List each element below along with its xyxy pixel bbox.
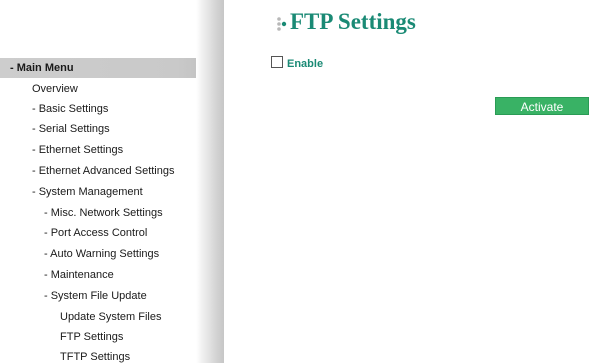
main-menu-header[interactable]: - Main Menu: [0, 58, 222, 78]
activate-button[interactable]: Activate: [495, 97, 589, 115]
sidebar-item-overview[interactable]: Overview: [32, 82, 78, 96]
sidebar-item-serial-settings[interactable]: - Serial Settings: [32, 122, 110, 136]
sidebar-item-update-system-files[interactable]: Update System Files: [60, 310, 161, 324]
sidebar-item-misc-network-settings[interactable]: - Misc. Network Settings: [44, 206, 163, 220]
sidebar-item-port-access-control[interactable]: - Port Access Control: [44, 226, 147, 240]
sidebar-item-auto-warning-settings[interactable]: - Auto Warning Settings: [44, 247, 159, 261]
sidebar-item-tftp-settings[interactable]: TFTP Settings: [60, 350, 130, 364]
enable-checkbox[interactable]: [271, 56, 283, 68]
sidebar-item-ethernet-advanced-settings[interactable]: - Ethernet Advanced Settings: [32, 164, 174, 178]
sidebar-item-ethernet-settings[interactable]: - Ethernet Settings: [32, 143, 123, 157]
sidebar-item-system-management[interactable]: - System Management: [32, 185, 143, 199]
enable-label[interactable]: Enable: [287, 58, 323, 70]
sidebar-divider-shade: [196, 0, 224, 363]
main-content: FTP Settings Enable Activate: [224, 0, 589, 363]
sidebar-item-maintenance[interactable]: - Maintenance: [44, 268, 114, 282]
sidebar-item-system-file-update[interactable]: - System File Update: [44, 289, 147, 303]
sidebar: - Main Menu Overview - Basic Settings - …: [0, 0, 222, 363]
sidebar-item-ftp-settings[interactable]: FTP Settings: [60, 330, 123, 344]
page-title: FTP Settings: [290, 9, 416, 34]
sidebar-item-basic-settings[interactable]: - Basic Settings: [32, 102, 108, 116]
